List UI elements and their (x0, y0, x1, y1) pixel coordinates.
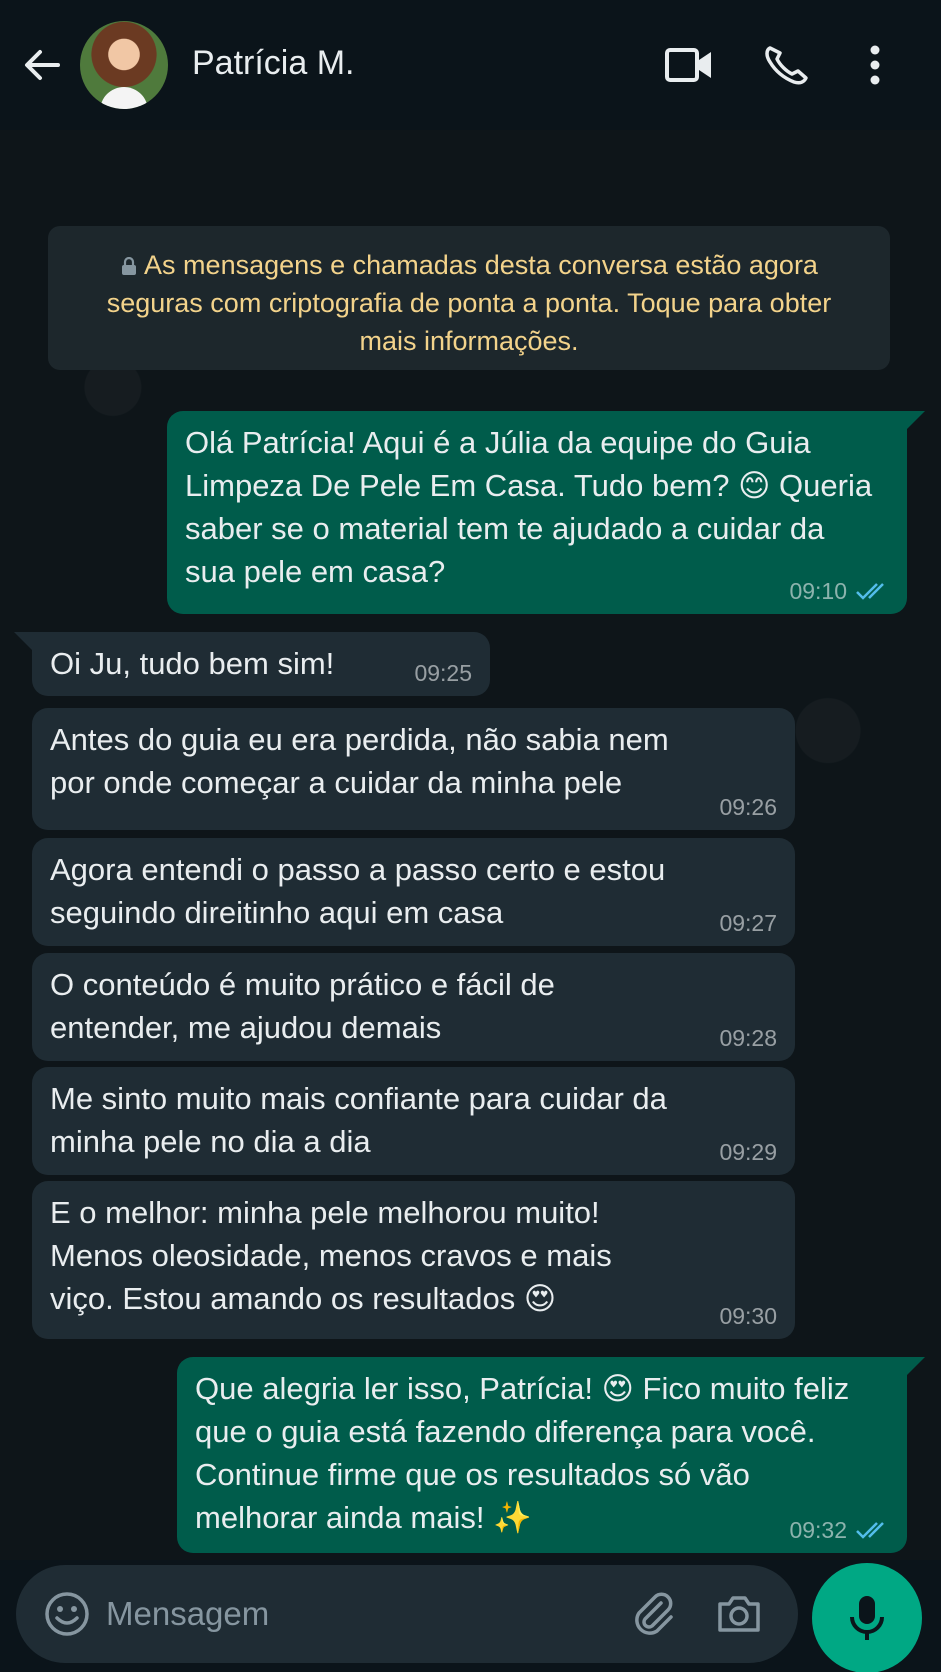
message-text: O conteúdo é muito prático e fácil de en… (50, 967, 555, 1045)
contact-name[interactable]: Patrícia M. (192, 44, 354, 83)
message-text: Agora entendi o passo a passo certo e es… (50, 852, 666, 930)
mic-button[interactable] (812, 1563, 922, 1672)
message-time: 09:10 (789, 578, 847, 604)
message-time: 09:30 (719, 1303, 777, 1329)
message-time: 09:29 (719, 1139, 777, 1165)
message-outgoing[interactable]: Que alegria ler isso, Patrícia! 😍 Fico m… (177, 1357, 907, 1553)
message-outgoing[interactable]: Olá Patrícia! Aqui é a Júlia da equipe d… (167, 411, 907, 614)
message-time: 09:26 (719, 794, 777, 820)
phone-icon[interactable] (762, 44, 812, 86)
message-time: 09:27 (719, 910, 777, 936)
avatar[interactable] (80, 21, 168, 109)
read-ticks-icon (856, 583, 884, 600)
message-text: Oi Ju, tudo bem sim! (50, 646, 335, 681)
message-composer (16, 1565, 798, 1663)
camera-icon[interactable] (714, 1589, 764, 1639)
mic-icon (850, 1596, 884, 1640)
message-text: Antes do guia eu era perdida, não sabia … (50, 722, 669, 800)
message-incoming[interactable]: E o melhor: minha pele melhorou muito! M… (32, 1181, 795, 1339)
read-ticks-icon (856, 1522, 884, 1539)
emoji-icon[interactable] (42, 1589, 92, 1639)
message-text: Que alegria ler isso, Patrícia! 😍 Fico m… (195, 1371, 850, 1535)
message-incoming[interactable]: Agora entendi o passo a passo certo e es… (32, 838, 795, 946)
message-time: 09:28 (719, 1025, 777, 1051)
bubble-tail (907, 1357, 925, 1375)
message-incoming[interactable]: Antes do guia eu era perdida, não sabia … (32, 708, 795, 830)
message-incoming[interactable]: Me sinto muito mais confiante para cuida… (32, 1067, 795, 1175)
message-incoming[interactable]: O conteúdo é muito prático e fácil de en… (32, 953, 795, 1061)
message-time: 09:25 (414, 660, 472, 686)
encryption-notice[interactable]: As mensagens e chamadas desta conversa e… (48, 226, 890, 370)
message-time: 09:32 (789, 1517, 847, 1543)
chat-header: Patrícia M. (0, 0, 941, 130)
bubble-tail (14, 632, 32, 650)
video-call-icon[interactable] (664, 44, 714, 86)
more-options-icon[interactable] (860, 44, 890, 86)
message-text: Olá Patrícia! Aqui é a Júlia da equipe d… (185, 425, 873, 589)
message-incoming[interactable]: Oi Ju, tudo bem sim! 09:25 (32, 632, 490, 696)
message-input[interactable] (106, 1591, 526, 1637)
back-arrow-icon[interactable] (22, 45, 62, 85)
bubble-tail (907, 411, 925, 429)
encryption-notice-text: As mensagens e chamadas desta conversa e… (106, 250, 832, 356)
attach-icon[interactable] (628, 1589, 678, 1639)
lock-icon (122, 257, 137, 275)
message-text: Me sinto muito mais confiante para cuida… (50, 1081, 667, 1159)
message-text: E o melhor: minha pele melhorou muito! M… (50, 1195, 612, 1316)
